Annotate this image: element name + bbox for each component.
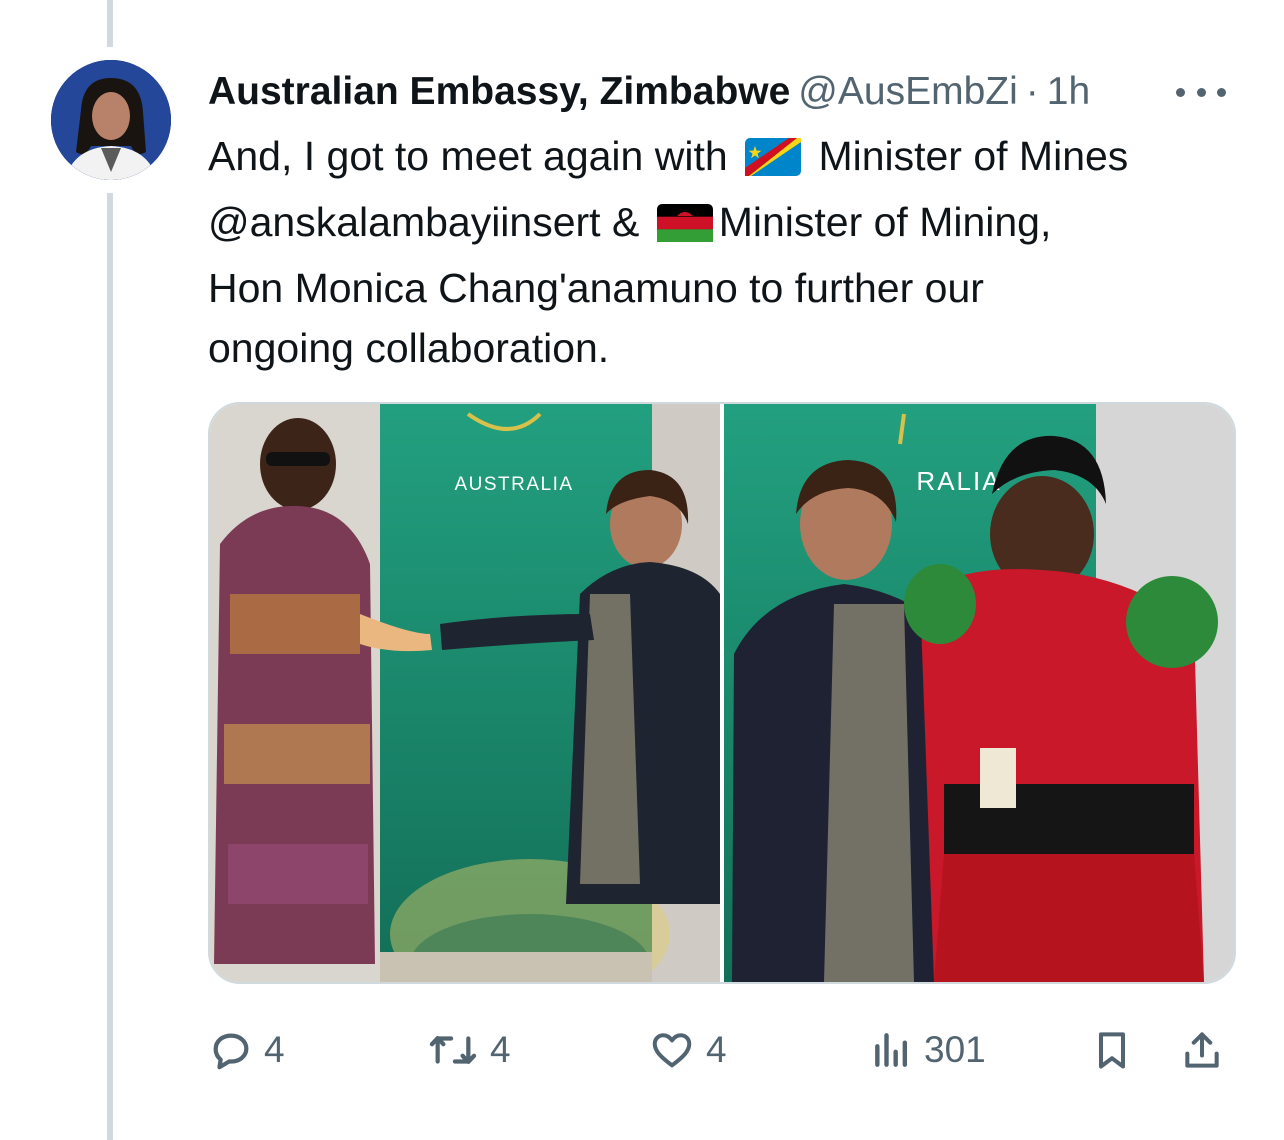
banner-text-right: RALIA bbox=[916, 466, 1001, 496]
reply-count: 4 bbox=[264, 1029, 285, 1070]
tweet-text-line-4: ongoing collaboration. bbox=[208, 325, 610, 371]
author-handle[interactable]: @AusEmbZi bbox=[798, 70, 1017, 114]
like-button[interactable]: 4 bbox=[648, 1018, 727, 1082]
bookmark-icon bbox=[1090, 1026, 1134, 1074]
tweet-text-line1b: Minister of Mines bbox=[807, 133, 1129, 179]
share-icon bbox=[1180, 1026, 1224, 1074]
tweet-text-line-1: And, I got to meet again with Minister o… bbox=[208, 126, 1248, 192]
views-button[interactable]: 301 bbox=[870, 1018, 986, 1082]
views-icon bbox=[870, 1027, 914, 1073]
avatar[interactable] bbox=[51, 60, 171, 180]
tweet-actions: 4 4 4 301 bbox=[208, 1018, 1238, 1082]
tweet-time[interactable]: 1h bbox=[1047, 70, 1090, 114]
banner-text-left: AUSTRALIA bbox=[454, 474, 573, 495]
retweet-count: 4 bbox=[490, 1029, 511, 1070]
like-icon bbox=[648, 1027, 696, 1073]
photo-right[interactable]: RALIA bbox=[724, 404, 1234, 982]
views-count: 301 bbox=[924, 1029, 986, 1070]
more-icon[interactable] bbox=[1176, 72, 1226, 112]
share-button[interactable] bbox=[1180, 1018, 1224, 1082]
reply-icon bbox=[208, 1027, 254, 1073]
photo-left[interactable]: AUSTRALIA bbox=[210, 404, 720, 982]
media-grid: AUSTRALIA RALIA bbox=[208, 402, 1236, 984]
tweet-text-line-3: Hon Monica Chang'anamuno to further our bbox=[208, 265, 984, 311]
author-name[interactable]: Australian Embassy, Zimbabwe bbox=[208, 70, 790, 114]
bookmark-button[interactable] bbox=[1090, 1018, 1134, 1082]
reply-button[interactable]: 4 bbox=[208, 1018, 285, 1082]
tweet-header: Australian Embassy, Zimbabwe @AusEmbZi ·… bbox=[208, 62, 1238, 122]
mention-link[interactable]: @anskalambayiinsert & bbox=[208, 199, 651, 245]
tweet-text: And, I got to meet again with Minister o… bbox=[208, 126, 1248, 378]
drc-flag-icon bbox=[745, 132, 802, 192]
tweet-text-line2b: Minister of Mining, bbox=[718, 199, 1052, 245]
thread-line-top bbox=[107, 0, 113, 47]
tweet-text-line-2: @anskalambayiinsert & Minister of Mining… bbox=[208, 192, 1248, 258]
separator-dot: · bbox=[1025, 70, 1039, 113]
retweet-icon bbox=[426, 1027, 480, 1073]
like-count: 4 bbox=[706, 1029, 727, 1070]
retweet-button[interactable]: 4 bbox=[426, 1018, 511, 1082]
malawi-flag-icon bbox=[656, 198, 713, 258]
thread-line-bottom bbox=[107, 193, 113, 1140]
tweet-text-line1a: And, I got to meet again with bbox=[208, 133, 740, 179]
